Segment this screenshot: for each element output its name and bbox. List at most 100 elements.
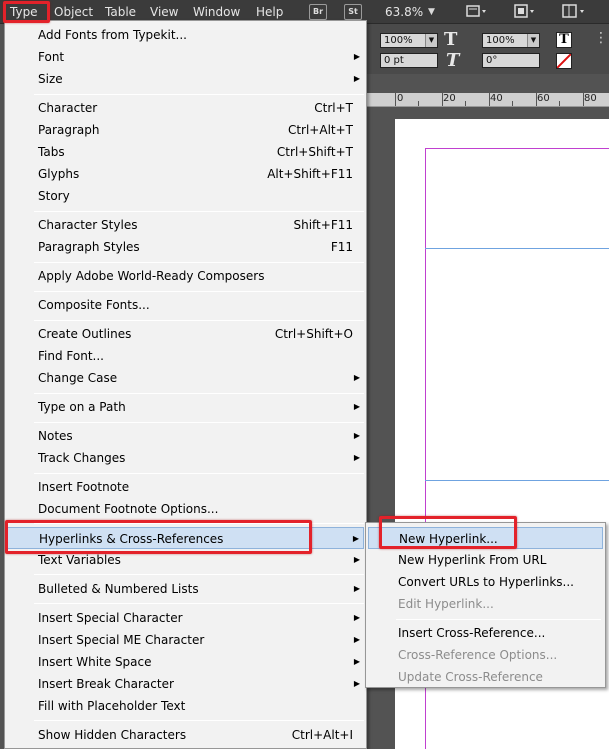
menu-item-story[interactable]: Story xyxy=(7,185,364,207)
menu-item-size[interactable]: Size ▶ xyxy=(7,68,364,90)
vertical-scale-field[interactable]: 100% ▼ xyxy=(482,33,540,48)
menu-view[interactable]: View xyxy=(150,4,178,20)
ruler-tick xyxy=(559,101,560,106)
menu-item-shortcut: Ctrl+T xyxy=(314,101,353,115)
menu-item-apply-world-ready-composers[interactable]: Apply Adobe World-Ready Composers xyxy=(7,265,364,287)
ruler-label: 0 xyxy=(397,93,404,104)
submenu-arrow-icon: ▶ xyxy=(353,584,361,593)
submenu-item-label: Update Cross-Reference xyxy=(398,670,543,684)
menu-item-insert-footnote[interactable]: Insert Footnote xyxy=(7,476,364,498)
menu-item-add-fonts-from-typekit[interactable]: Add Fonts from Typekit... xyxy=(7,24,364,46)
horizontal-ruler[interactable]: 0 20 40 60 80 xyxy=(366,92,609,107)
menu-table[interactable]: Table xyxy=(105,4,136,20)
vertical-scale-dropdown-icon[interactable]: ▼ xyxy=(527,34,539,47)
menu-item-label: Notes xyxy=(38,429,73,443)
menu-item-label: Insert White Space xyxy=(38,655,152,669)
horizontal-scale-dropdown-icon[interactable]: ▼ xyxy=(425,34,437,47)
menu-object[interactable]: Object xyxy=(54,4,93,20)
menu-window[interactable]: Window xyxy=(193,4,240,20)
submenu-item-label: Insert Cross-Reference... xyxy=(398,626,546,640)
submenu-item-new-hyperlink-from-url[interactable]: New Hyperlink From URL xyxy=(368,549,603,571)
menu-item-label: Font xyxy=(38,50,65,64)
menu-item-insert-special-character[interactable]: Insert Special Character ▶ xyxy=(7,607,364,629)
menu-item-character[interactable]: Character Ctrl+T xyxy=(7,97,364,119)
menu-item-shortcut: F11 xyxy=(330,240,353,254)
menu-item-tabs[interactable]: Tabs Ctrl+Shift+T xyxy=(7,141,364,163)
menu-item-character-styles[interactable]: Character Styles Shift+F11 xyxy=(7,214,364,236)
menu-separator xyxy=(34,94,364,95)
submenu-item-label: New Hyperlink From URL xyxy=(398,553,547,567)
menu-item-label: Paragraph Styles xyxy=(38,240,140,254)
menu-item-show-hidden-characters[interactable]: Show Hidden Characters Ctrl+Alt+I xyxy=(7,724,364,746)
submenu-arrow-icon: ▶ xyxy=(353,555,361,564)
menu-item-label: Size xyxy=(38,72,63,86)
menu-separator xyxy=(34,422,364,423)
menu-item-paragraph[interactable]: Paragraph Ctrl+Alt+T xyxy=(7,119,364,141)
submenu-arrow-icon: ▶ xyxy=(353,635,361,644)
menu-item-composite-fonts[interactable]: Composite Fonts... xyxy=(7,294,364,316)
menu-item-glyphs[interactable]: Glyphs Alt+Shift+F11 xyxy=(7,163,364,185)
menu-item-insert-special-me-character[interactable]: Insert Special ME Character ▶ xyxy=(7,629,364,651)
menu-item-font[interactable]: Font ▶ xyxy=(7,46,364,68)
submenu-item-convert-urls-to-hyperlinks[interactable]: Convert URLs to Hyperlinks... xyxy=(368,571,603,593)
menu-separator xyxy=(34,291,364,292)
menu-item-bulleted-numbered-lists[interactable]: Bulleted & Numbered Lists ▶ xyxy=(7,578,364,600)
menu-item-insert-break-character[interactable]: Insert Break Character ▶ xyxy=(7,673,364,695)
menu-item-notes[interactable]: Notes ▶ xyxy=(7,425,364,447)
submenu-item-update-cross-reference: Update Cross-Reference xyxy=(368,666,603,688)
menu-item-create-outlines[interactable]: Create Outlines Ctrl+Shift+O xyxy=(7,323,364,345)
menu-item-find-font[interactable]: Find Font... xyxy=(7,345,364,367)
menu-item-change-case[interactable]: Change Case ▶ xyxy=(7,367,364,389)
menu-item-label: Find Font... xyxy=(38,349,104,363)
panel-overflow-icon[interactable]: ⋮ xyxy=(594,30,608,46)
ruler-tick xyxy=(395,92,396,106)
menu-separator xyxy=(34,574,364,575)
menu-separator xyxy=(34,320,364,321)
menu-item-label: Character xyxy=(38,101,98,115)
annotation-highlight-new-hyperlink xyxy=(379,516,517,549)
menu-item-paragraph-styles[interactable]: Paragraph Styles F11 xyxy=(7,236,364,258)
menu-help[interactable]: Help xyxy=(256,4,283,20)
menu-item-label: Show Hidden Characters xyxy=(38,728,187,742)
menu-item-label: Insert Special ME Character xyxy=(38,633,205,647)
menu-item-type-on-a-path[interactable]: Type on a Path ▶ xyxy=(7,396,364,418)
submenu-item-cross-reference-options: Cross-Reference Options... xyxy=(368,644,603,666)
submenu-item-edit-hyperlink: Edit Hyperlink... xyxy=(368,593,603,615)
menu-separator xyxy=(34,720,364,721)
menu-item-label: Fill with Placeholder Text xyxy=(38,699,186,713)
ruler-tick xyxy=(442,92,443,106)
text-fill-icon[interactable]: T xyxy=(556,32,572,48)
zoom-dropdown-icon[interactable]: ▼ xyxy=(428,4,435,20)
horizontal-scale-field[interactable]: 100% ▼ xyxy=(380,33,438,48)
menu-item-label: Glyphs xyxy=(38,167,80,181)
bridge-button[interactable]: Br xyxy=(309,4,327,20)
tracking-field[interactable]: 0 pt xyxy=(380,53,438,68)
arrange-documents-icon[interactable] xyxy=(562,4,588,23)
ruler-tick xyxy=(583,92,584,106)
submenu-item-insert-cross-reference[interactable]: Insert Cross-Reference... xyxy=(368,622,603,644)
zoom-level[interactable]: 63.8% xyxy=(385,4,423,20)
menu-item-label: Character Styles xyxy=(38,218,138,232)
skew-field[interactable]: 0° xyxy=(482,53,540,68)
menu-item-label: Add Fonts from Typekit... xyxy=(38,28,187,42)
text-stroke-none-icon[interactable] xyxy=(556,53,572,69)
view-options-icon[interactable] xyxy=(466,4,488,23)
menu-separator xyxy=(34,473,364,474)
menu-item-shortcut: Ctrl+Shift+T xyxy=(276,145,353,159)
menu-item-label: Create Outlines xyxy=(38,327,132,341)
menu-item-track-changes[interactable]: Track Changes ▶ xyxy=(7,447,364,469)
stock-button[interactable]: St xyxy=(344,4,362,20)
ruler-tick xyxy=(489,92,490,106)
ruler-label: 80 xyxy=(584,93,597,104)
horizontal-scale-value: 100% xyxy=(384,35,413,46)
menu-separator xyxy=(34,393,364,394)
menu-item-label: Bulleted & Numbered Lists xyxy=(38,582,199,596)
menu-item-label: Story xyxy=(38,189,70,203)
menu-item-label: Type on a Path xyxy=(38,400,126,414)
menu-item-document-footnote-options[interactable]: Document Footnote Options... xyxy=(7,498,364,520)
submenu-arrow-icon: ▶ xyxy=(353,74,361,83)
submenu-arrow-icon: ▶ xyxy=(353,373,361,382)
screen-mode-icon[interactable] xyxy=(513,4,537,23)
menu-item-insert-white-space[interactable]: Insert White Space ▶ xyxy=(7,651,364,673)
menu-item-fill-with-placeholder-text[interactable]: Fill with Placeholder Text xyxy=(7,695,364,717)
